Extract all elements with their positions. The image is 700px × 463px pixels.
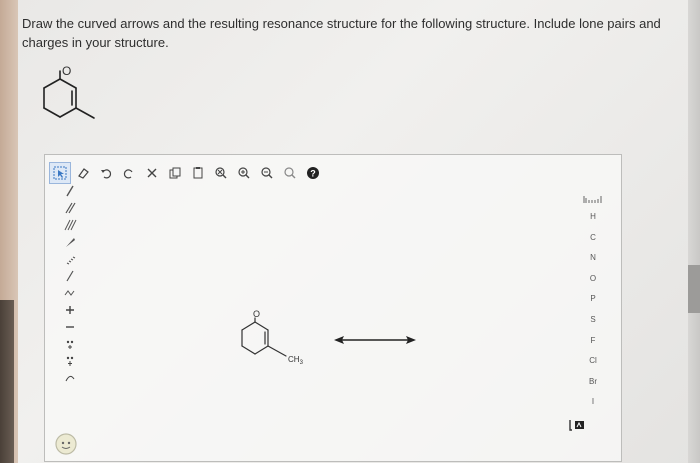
chain-tool[interactable]	[57, 284, 83, 301]
element-f[interactable]: F	[578, 331, 608, 352]
canvas-oxygen-label: O	[253, 309, 260, 319]
minus-charge-tool[interactable]	[57, 318, 83, 335]
right-scroll-track[interactable]	[688, 0, 700, 463]
element-o[interactable]: O	[578, 269, 608, 290]
triple-bond-tool[interactable]	[57, 216, 83, 233]
bond-tool-column	[57, 182, 83, 386]
template-icon[interactable]	[569, 418, 587, 437]
element-cl[interactable]: Cl	[578, 351, 608, 372]
canvas-structure[interactable]: O CH3	[230, 300, 330, 370]
wavy-bond-tool[interactable]	[57, 267, 83, 284]
methyl-label: CH3	[288, 355, 304, 366]
svg-text:?: ?	[310, 169, 316, 179]
left-dark-edge	[0, 300, 14, 463]
given-structure: O	[43, 64, 95, 119]
element-h[interactable]: H	[578, 207, 608, 228]
top-oxygen-label: O	[62, 64, 71, 78]
element-s[interactable]: S	[578, 310, 608, 331]
zoom-fit-icon[interactable]	[280, 163, 300, 183]
editor-toolbar: ?	[49, 162, 326, 184]
zoom-out-icon[interactable]	[257, 163, 277, 183]
element-panel: H C N O P S F Cl Br I	[578, 191, 608, 413]
lone-pair-tool[interactable]	[57, 335, 83, 352]
support-chat-icon[interactable]	[54, 432, 78, 461]
plus-charge-tool[interactable]	[57, 301, 83, 318]
single-bond-tool[interactable]	[57, 182, 83, 199]
undo-icon[interactable]	[96, 163, 116, 183]
wedge-bond-tool[interactable]	[57, 233, 83, 250]
right-scroll-thumb[interactable]	[688, 265, 700, 313]
element-list: H C N O P S F Cl Br I	[578, 207, 608, 413]
periodic-table-icon[interactable]	[578, 191, 608, 207]
redo-icon[interactable]	[119, 163, 139, 183]
element-br[interactable]: Br	[578, 372, 608, 393]
cut-icon[interactable]	[142, 163, 162, 183]
radical-tool[interactable]	[57, 352, 83, 369]
hash-bond-tool[interactable]	[57, 250, 83, 267]
element-i[interactable]: I	[578, 392, 608, 413]
resonance-arrow[interactable]	[330, 330, 420, 350]
element-n[interactable]: N	[578, 248, 608, 269]
eraser-icon[interactable]	[73, 163, 93, 183]
element-p[interactable]: P	[578, 289, 608, 310]
element-c[interactable]: C	[578, 228, 608, 249]
copy-icon[interactable]	[165, 163, 185, 183]
help-icon[interactable]: ?	[303, 163, 323, 183]
zoom-reset-icon[interactable]	[211, 163, 231, 183]
arrow-tool[interactable]	[57, 369, 83, 386]
double-bond-tool[interactable]	[57, 199, 83, 216]
drawing-editor[interactable]	[44, 154, 622, 462]
paste-icon[interactable]	[188, 163, 208, 183]
zoom-in-icon[interactable]	[234, 163, 254, 183]
question-text: Draw the curved arrows and the resulting…	[22, 16, 661, 50]
select-arrow-icon[interactable]	[49, 162, 71, 184]
